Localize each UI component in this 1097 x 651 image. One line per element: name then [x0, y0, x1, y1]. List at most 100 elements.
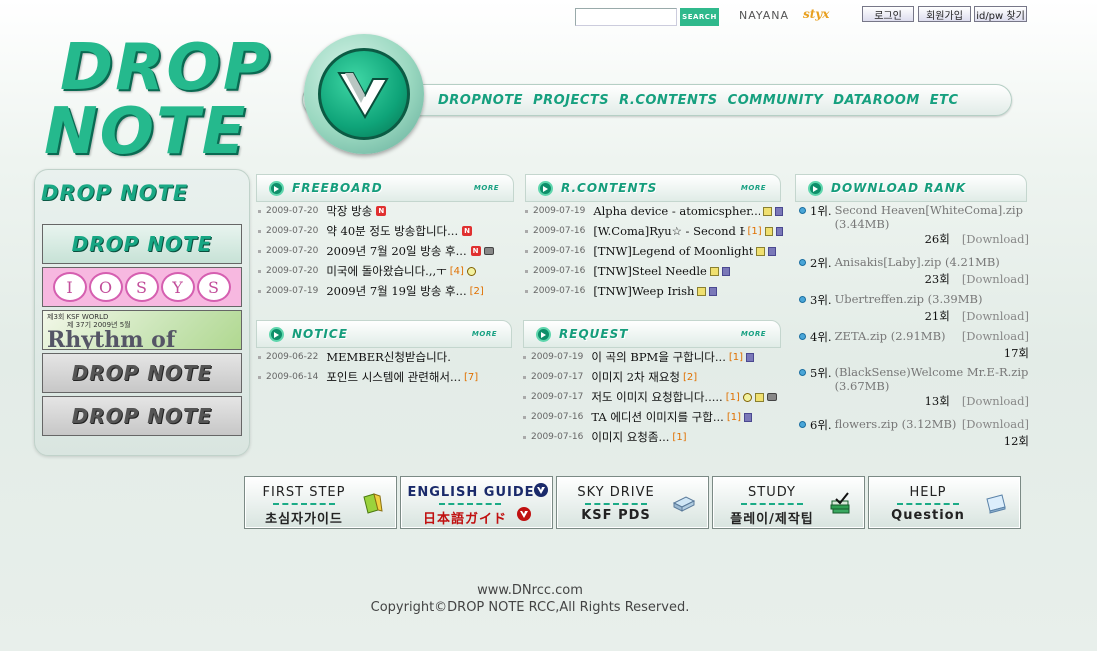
sky-drive-button[interactable]: SKY DRIVE KSF PDS [556, 476, 709, 529]
find-idpw-button[interactable]: id/pw 찾기 [974, 6, 1027, 22]
list-item[interactable]: 2009-07-16 [TNW]Legend of Moonlight [525, 241, 783, 261]
rank-file-name[interactable]: Second Heaven[WhiteComa].zip (3.44MB) [835, 203, 1029, 231]
file-icon [743, 412, 752, 422]
notice-title[interactable]: NOTICE [292, 327, 348, 341]
list-item[interactable]: 2009-07-17 저도 이미지 요청합니다..... [1] [523, 387, 783, 407]
dropnote-icon [538, 180, 553, 196]
post-title[interactable]: 이미지 2차 재요청 [591, 369, 680, 385]
download-link[interactable]: [Download] [962, 272, 1029, 286]
post-title[interactable]: 2009년 7월 19일 방송 후... [326, 283, 466, 299]
post-title[interactable]: [TNW]Steel Needle [593, 264, 707, 278]
bullet-icon [799, 207, 806, 214]
iosys-letter: S [125, 272, 159, 302]
list-item[interactable]: 2009-07-20 막장 방송 N [258, 201, 513, 221]
banner-dropnote-gray-2-text: DROP NOTE [71, 404, 213, 428]
nav-dropnote[interactable]: DROPNOTE [438, 93, 523, 108]
list-item[interactable]: 2009-07-20 약 40분 정도 방송합니다... N [258, 221, 513, 241]
post-title[interactable]: 2009년 7월 20일 방송 후... [326, 243, 466, 259]
post-title[interactable]: [TNW]Legend of Moonlight [593, 244, 753, 258]
english-guide-button[interactable]: ENGLISH GUIDE 日本語ガイド [400, 476, 553, 529]
freeboard-title[interactable]: FREEBOARD [292, 181, 383, 195]
list-item[interactable]: 2009-07-20 미국에 돌아왔습니다.,,ㅜ [4] [258, 261, 513, 281]
post-title[interactable]: 이미지 요청좀... [591, 429, 669, 445]
nav-rcontents[interactable]: R.CONTENTS [619, 93, 718, 108]
nayana-link[interactable]: NAYANA [739, 9, 789, 22]
post-date: 2009-07-20 [266, 246, 319, 256]
nav-etc[interactable]: ETC [930, 93, 959, 108]
list-item[interactable]: 2009-07-19 2009년 7월 19일 방송 후... [2] [258, 281, 513, 301]
list-item[interactable]: 2009-07-20 2009년 7월 20일 방송 후... N [258, 241, 513, 261]
new-icon: N [470, 246, 481, 256]
list-item[interactable]: 2009-06-22 MEMBER신청받습니다. [258, 347, 513, 367]
freeboard-header: FREEBOARD MORE [256, 174, 514, 202]
study-button[interactable]: STUDY 플레이/제작팁 [712, 476, 865, 529]
site-logo[interactable]: DROP NOTE DROPNOTE PROJECTS R.CONTENTS C… [42, 30, 1022, 170]
download-link[interactable]: [Download] [962, 232, 1029, 246]
post-title[interactable]: Alpha device - atomicspher... [593, 204, 760, 218]
list-item[interactable]: 2009-06-14 포인트 시스템에 관련해서... [7] [258, 367, 513, 387]
request-title[interactable]: REQUEST [559, 327, 628, 341]
post-title[interactable]: 미국에 돌아왔습니다.,,ㅜ [326, 263, 446, 279]
banner-dropnote-gray[interactable]: DROP NOTE [42, 353, 242, 393]
post-title[interactable]: 약 40분 정도 방송합니다... [326, 223, 458, 239]
download-link[interactable]: [Download] [962, 394, 1029, 408]
post-title[interactable]: MEMBER신청받습니다. [326, 349, 451, 365]
freeboard-more-link[interactable]: MORE [474, 184, 499, 192]
join-button[interactable]: 회원가입 [918, 6, 971, 22]
rank-file-name[interactable]: Ubertreffen.zip (3.39MB) [835, 292, 983, 306]
rank-file-name[interactable]: flowers.zip (3.12MB) [835, 417, 957, 431]
rank-position: 4위. [810, 330, 832, 344]
help-button[interactable]: HELP Question [868, 476, 1021, 529]
post-title[interactable]: 막장 방송 [326, 203, 372, 219]
post-date: 2009-07-16 [533, 226, 586, 236]
dropnote-icon [269, 326, 284, 342]
bullet-icon [799, 296, 806, 303]
list-item[interactable]: 2009-07-16 [W.Coma]Ryu☆ - Second He...[1] [525, 221, 783, 241]
banner-dropnote[interactable]: DROP NOTE [42, 224, 242, 264]
download-link[interactable]: [Download] [962, 417, 1029, 431]
download-link[interactable]: [Download] [962, 329, 1029, 343]
post-title[interactable]: TA 에디션 이미지를 구합... [591, 409, 724, 425]
list-item[interactable]: 2009-07-16 이미지 요청좀... [1] [523, 427, 783, 447]
post-date: 2009-07-16 [531, 432, 584, 442]
nav-projects[interactable]: PROJECTS [533, 93, 609, 108]
rank-file-name[interactable]: (BlackSense)Welcome Mr.E-R.zip (3.67MB) [835, 365, 1029, 393]
nav-dataroom[interactable]: DATAROOM [833, 93, 920, 108]
banner-dropnote-gray-2[interactable]: DROP NOTE [42, 396, 242, 436]
post-title[interactable]: [W.Coma]Ryu☆ - Second He... [593, 224, 744, 238]
post-date: 2009-07-19 [266, 286, 319, 296]
list-item[interactable]: 2009-07-19 이 곡의 BPM을 구합니다... [1] [523, 347, 783, 367]
login-button[interactable]: 로그인 [862, 6, 914, 22]
comment-count: [1] [726, 411, 741, 423]
post-title[interactable]: [TNW]Weep Irish [593, 284, 694, 298]
post-date: 2009-07-20 [266, 226, 319, 236]
request-more-link[interactable]: MORE [741, 330, 766, 338]
list-item[interactable]: 2009-07-16 TA 에디션 이미지를 구합... [1] [523, 407, 783, 427]
banner-rhythm-of-project[interactable]: 제3회 KSF WORLD 제 37기 2009년 5월 Rhythm of P… [42, 310, 242, 350]
banner-iosys[interactable]: I O S Y S [42, 267, 242, 307]
comment-count: [1] [747, 225, 762, 237]
search-input[interactable] [575, 8, 677, 26]
camera-icon [483, 247, 494, 255]
list-item[interactable]: 2009-07-17 이미지 2차 재요청 [2] [523, 367, 783, 387]
rcontents-title[interactable]: R.CONTENTS [561, 181, 657, 195]
styx-link[interactable]: styx [803, 7, 829, 21]
list-item[interactable]: 2009-07-16 [TNW]Weep Irish [525, 281, 783, 301]
rcontents-more-link[interactable]: MORE [741, 184, 766, 192]
post-title[interactable]: 저도 이미지 요청합니다..... [591, 389, 722, 405]
image-icon [764, 226, 773, 236]
nav-community[interactable]: COMMUNITY [728, 93, 824, 108]
rank-file-name[interactable]: Anisakis[Laby].zip (4.21MB) [835, 255, 1000, 269]
sidebar-logo-text: DROP NOTE [41, 181, 189, 205]
download-link[interactable]: [Download] [962, 309, 1029, 323]
new-icon: N [462, 226, 473, 236]
comment-count: [1] [672, 431, 687, 443]
list-item[interactable]: 2009-07-19 Alpha device - atomicspher... [525, 201, 783, 221]
first-step-button[interactable]: FIRST STEP 초심자가이드 [244, 476, 397, 529]
list-item[interactable]: 2009-07-16 [TNW]Steel Needle [525, 261, 783, 281]
rank-file-name[interactable]: ZETA.zip (2.91MB) [835, 329, 946, 343]
post-title[interactable]: 이 곡의 BPM을 구합니다... [591, 349, 726, 365]
post-title[interactable]: 포인트 시스템에 관련해서... [326, 369, 461, 385]
notice-more-link[interactable]: MORE [472, 330, 497, 338]
search-button[interactable]: SEARCH [680, 8, 719, 26]
